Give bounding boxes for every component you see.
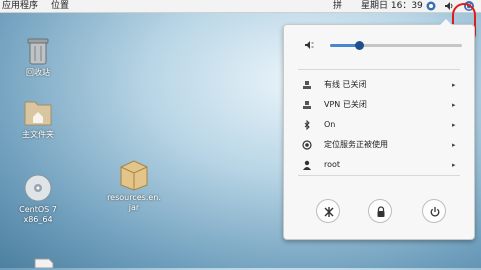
volume-row	[284, 37, 474, 53]
lock-icon	[377, 206, 385, 217]
location-icon	[302, 140, 312, 150]
settings-button[interactable]	[316, 199, 340, 223]
power-off-icon	[430, 207, 440, 217]
lock-button[interactable]	[368, 199, 392, 223]
submenu-arrow-icon: ▸	[452, 81, 456, 89]
speaker-icon	[305, 41, 314, 49]
submenu-arrow-icon: ▸	[452, 121, 456, 129]
volume-slider-handle[interactable]	[355, 41, 365, 50]
menu-item-label: 有线 已关闭	[324, 80, 367, 89]
volume-slider[interactable]	[330, 41, 462, 50]
submenu-arrow-icon: ▸	[452, 141, 456, 149]
power-off-button[interactable]	[422, 199, 446, 223]
system-menu-panel: 有线 已关闭 ▸ VPN 已关闭 ▸ On ▸ 定位服务正被使用 ▸ root …	[283, 19, 475, 240]
menu-item-location[interactable]: 定位服务正被使用 ▸	[284, 136, 474, 154]
submenu-arrow-icon: ▸	[452, 161, 456, 169]
wired-network-icon	[303, 81, 311, 89]
settings-icon	[324, 207, 334, 217]
menu-item-label: root	[324, 160, 341, 169]
menu-separator	[298, 175, 460, 176]
menu-separator	[298, 69, 460, 70]
menu-item-wired[interactable]: 有线 已关闭 ▸	[284, 76, 474, 94]
menu-item-label: 定位服务正被使用	[324, 140, 388, 149]
menu-item-vpn[interactable]: VPN 已关闭 ▸	[284, 96, 474, 114]
bluetooth-icon	[304, 120, 310, 130]
menu-item-user[interactable]: root ▸	[284, 156, 474, 174]
menu-item-label: On	[324, 120, 336, 129]
menu-item-label: VPN 已关闭	[324, 100, 367, 109]
user-icon	[303, 160, 311, 170]
vpn-icon	[303, 101, 311, 109]
submenu-arrow-icon: ▸	[452, 101, 456, 109]
menu-item-bluetooth[interactable]: On ▸	[284, 116, 474, 134]
